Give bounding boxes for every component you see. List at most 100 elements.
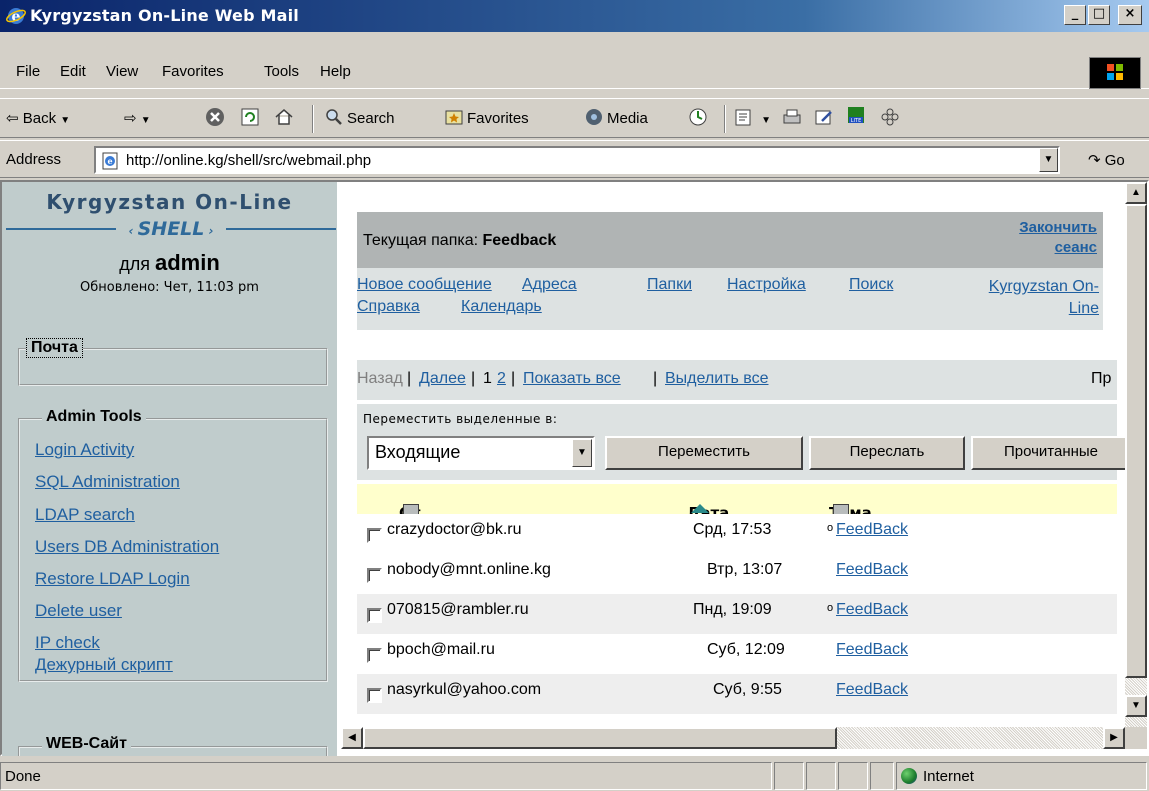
menu-view[interactable]: View [106, 63, 138, 80]
back-button[interactable]: ⇦ Back ▼ [6, 109, 70, 127]
search-button[interactable]: Search [324, 107, 395, 127]
table-row[interactable]: 070815@rambler.ru Пнд, 19:09 o FeedBack [357, 594, 1117, 634]
menu-edit[interactable]: Edit [60, 63, 86, 80]
maximize-button[interactable]: □ [1088, 5, 1110, 25]
forward-arrow-icon: ⇨ [124, 110, 137, 127]
row-subject[interactable]: FeedBack [836, 561, 908, 579]
refresh-icon [241, 108, 259, 126]
menu-file[interactable]: File [16, 63, 40, 80]
pager-right-text: Пр [1091, 370, 1112, 387]
link-options[interactable]: Настройка [727, 276, 806, 294]
link-folders[interactable]: Папки [647, 276, 692, 294]
horizontal-scroll-thumb[interactable] [363, 727, 837, 749]
mail-group-label[interactable]: Почта [26, 338, 83, 358]
row-subject[interactable]: FeedBack [836, 681, 908, 699]
link-calendar[interactable]: Календарь [461, 298, 542, 316]
address-bar: Address e http://online.kg/shell/src/web… [0, 140, 1149, 178]
move-button[interactable]: Переместить [605, 436, 803, 470]
address-dropdown-button[interactable]: ▼ [1039, 148, 1058, 172]
table-row[interactable]: bpoch@mail.ru Суб, 12:09 FeedBack [357, 634, 1117, 674]
mail-icon [735, 109, 751, 126]
table-row[interactable]: nobody@mnt.online.kg Втр, 13:07 FeedBack [357, 554, 1117, 594]
link-kyrgyzstan-online[interactable]: Kyrgyzstan On- Line [989, 276, 1099, 320]
menu-favorites[interactable]: Favorites [162, 63, 224, 80]
row-checkbox[interactable] [367, 568, 382, 583]
menu-tools[interactable]: Tools [264, 63, 299, 80]
refresh-button[interactable] [240, 107, 263, 127]
row-checkbox[interactable] [367, 608, 382, 623]
logout-link[interactable]: Закончить сеанс [1019, 218, 1097, 258]
for-prefix: для [119, 254, 150, 274]
left-sidebar: Kyrgyzstan On-Line ‹ SHELL › для admin О… [2, 182, 337, 756]
nav-delete-user[interactable]: Delete user [35, 601, 122, 621]
nav-sql-administration[interactable]: SQL Administration [35, 472, 180, 492]
table-row[interactable]: nasyrkul@yahoo.com Суб, 9:55 FeedBack [357, 674, 1117, 714]
link-compose[interactable]: Новое сообщение [357, 276, 492, 294]
select-all-link[interactable]: Выделить все [665, 370, 768, 388]
scroll-right-button[interactable]: ▶ [1103, 727, 1125, 749]
username: admin [154, 250, 220, 275]
home-button[interactable] [274, 107, 297, 127]
move-target-select[interactable]: Входящие ▼ [367, 436, 595, 470]
media-button[interactable]: Media [584, 107, 648, 127]
row-checkbox[interactable] [367, 648, 382, 663]
status-pane [774, 762, 804, 790]
mail-button[interactable]: ▼ [734, 107, 771, 127]
forward-messages-button[interactable]: Переслать [809, 436, 965, 470]
updated-time: Обновлено: Чет, 11:03 pm [80, 280, 259, 295]
scroll-down-button[interactable]: ▼ [1125, 695, 1147, 717]
nav-duty-script[interactable]: Дежурный скрипт [35, 655, 173, 675]
go-label: Go [1104, 152, 1125, 169]
toolbar-separator [724, 105, 726, 133]
admin-tools-label: Admin Tools [42, 408, 146, 426]
status-text: Done [0, 762, 772, 790]
favorites-button[interactable]: Favorites [444, 107, 529, 127]
vertical-scrollbar[interactable]: ▲ ▼ [1125, 182, 1147, 727]
history-button[interactable] [688, 107, 711, 127]
messenger-button[interactable]: LITE [846, 105, 869, 125]
minimize-button[interactable]: _ [1064, 5, 1086, 25]
address-url: http://online.kg/shell/src/webmail.php [126, 152, 372, 169]
pager-next[interactable]: Далее [419, 370, 466, 388]
nav-users-db-administration[interactable]: Users DB Administration [35, 537, 219, 557]
row-checkbox[interactable] [367, 688, 382, 703]
mark-read-button[interactable]: Прочитанные [971, 436, 1125, 470]
go-button[interactable]: ↷ Go [1088, 151, 1125, 169]
forward-button[interactable]: ⇨ ▼ [124, 109, 151, 127]
pager-show-all[interactable]: Показать все [523, 370, 621, 388]
pager-page-2[interactable]: 2 [497, 370, 506, 388]
scroll-left-button[interactable]: ◀ [341, 727, 363, 749]
move-label: Переместить выделенные в: [363, 412, 558, 426]
status-pane [838, 762, 868, 790]
scroll-up-button[interactable]: ▲ [1125, 182, 1147, 204]
pager-sep: | [407, 370, 412, 387]
vertical-scroll-thumb[interactable] [1125, 204, 1147, 678]
site-link-line1: Kyrgyzstan On- [988, 278, 1099, 295]
link-help[interactable]: Справка [357, 298, 420, 316]
horizontal-scrollbar[interactable]: ◀ ▶ [341, 727, 1125, 749]
folder-header: Текущая папка: Feedback Закончить сеанс [357, 212, 1103, 268]
row-subject[interactable]: FeedBack [836, 601, 908, 619]
address-input[interactable]: e http://online.kg/shell/src/webmail.php [94, 146, 1060, 174]
row-subject[interactable]: FeedBack [836, 641, 908, 659]
related-button[interactable] [880, 107, 903, 127]
edit-button[interactable] [814, 107, 837, 127]
nav-restore-ldap-login[interactable]: Restore LDAP Login [35, 569, 190, 589]
svg-text:e: e [107, 156, 112, 166]
menu-help[interactable]: Help [320, 63, 351, 80]
close-button[interactable]: × [1118, 5, 1142, 25]
nav-login-activity[interactable]: Login Activity [35, 440, 134, 460]
table-row[interactable]: crazydoctor@bk.ru Срд, 17:53 o FeedBack [357, 514, 1117, 554]
row-subject[interactable]: FeedBack [836, 521, 908, 539]
back-label: Back [22, 110, 57, 127]
link-search[interactable]: Поиск [849, 276, 893, 294]
print-button[interactable] [782, 107, 805, 127]
stop-button[interactable] [205, 107, 228, 127]
arrow-down-icon: ▼ [1131, 700, 1141, 711]
link-addresses[interactable]: Адреса [522, 276, 577, 294]
main-frame: Текущая папка: Feedback Закончить сеанс … [341, 182, 1125, 727]
title-bar[interactable]: e Kyrgyzstan On-Line Web Mail _ □ × [0, 0, 1149, 32]
row-checkbox[interactable] [367, 528, 382, 543]
nav-ip-check[interactable]: IP check [35, 633, 100, 653]
nav-ldap-search[interactable]: LDAP search [35, 505, 135, 525]
